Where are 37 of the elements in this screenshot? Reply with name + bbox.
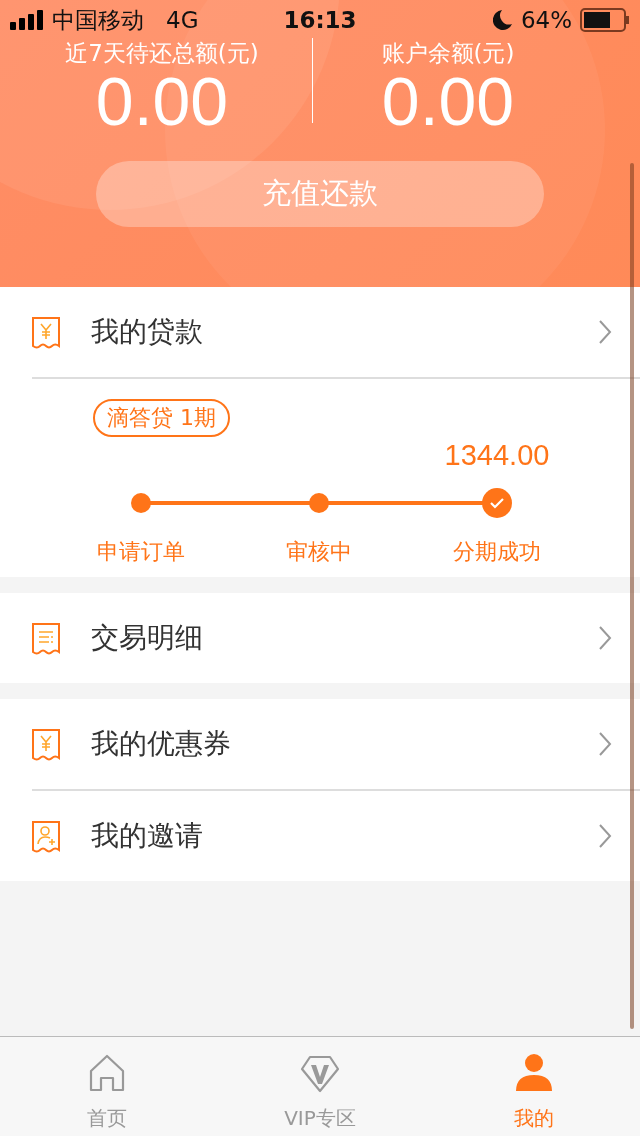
stat-value: 0.00 <box>381 66 515 136</box>
battery-icon <box>580 8 630 32</box>
menu-title: 我的贷款 <box>91 314 204 350</box>
clock: 16:13 <box>283 7 357 33</box>
chevron-right-icon <box>598 731 612 757</box>
step-label: 申请订单 <box>97 538 185 566</box>
diamond-v-icon <box>300 1053 340 1093</box>
person-add-icon <box>30 819 62 853</box>
battery-percent: 64% <box>520 7 572 33</box>
carrier: 中国移动 <box>52 5 144 35</box>
menu-item[interactable]: 交易明细 <box>0 593 640 683</box>
menu-title: 我的优惠券 <box>91 726 232 762</box>
network-type: 4G <box>166 7 199 33</box>
menu-item[interactable]: 我的邀请 <box>0 791 640 881</box>
menu-title: 交易明细 <box>91 620 204 656</box>
chevron-right-icon <box>598 625 612 651</box>
step-dot <box>309 493 329 513</box>
step-label: 分期成功 <box>453 538 541 566</box>
loan-amount: 1344.00 <box>444 439 550 471</box>
receipt-icon <box>30 315 62 349</box>
stat-label: 账户余额(元) <box>381 40 515 66</box>
loan-tag: 滴答贷 1期 <box>93 399 230 437</box>
check-circle-icon <box>482 488 512 518</box>
menu-title: 我的邀请 <box>91 818 204 854</box>
signal-icon <box>10 10 44 30</box>
person-icon <box>513 1053 554 1093</box>
receipt-icon <box>30 727 62 761</box>
stat-value: 0.00 <box>95 66 229 136</box>
menu-item[interactable]: 我的优惠券 <box>0 699 640 789</box>
receipt-icon <box>30 621 62 655</box>
step-dot <box>131 493 151 513</box>
menu-item[interactable]: 我的贷款 <box>0 287 640 377</box>
moon-icon <box>492 9 513 31</box>
stat-label: 近7天待还总额(元) <box>65 40 259 66</box>
chevron-right-icon <box>598 823 612 849</box>
step-label: 审核中 <box>286 538 352 566</box>
chevron-right-icon <box>598 319 612 345</box>
